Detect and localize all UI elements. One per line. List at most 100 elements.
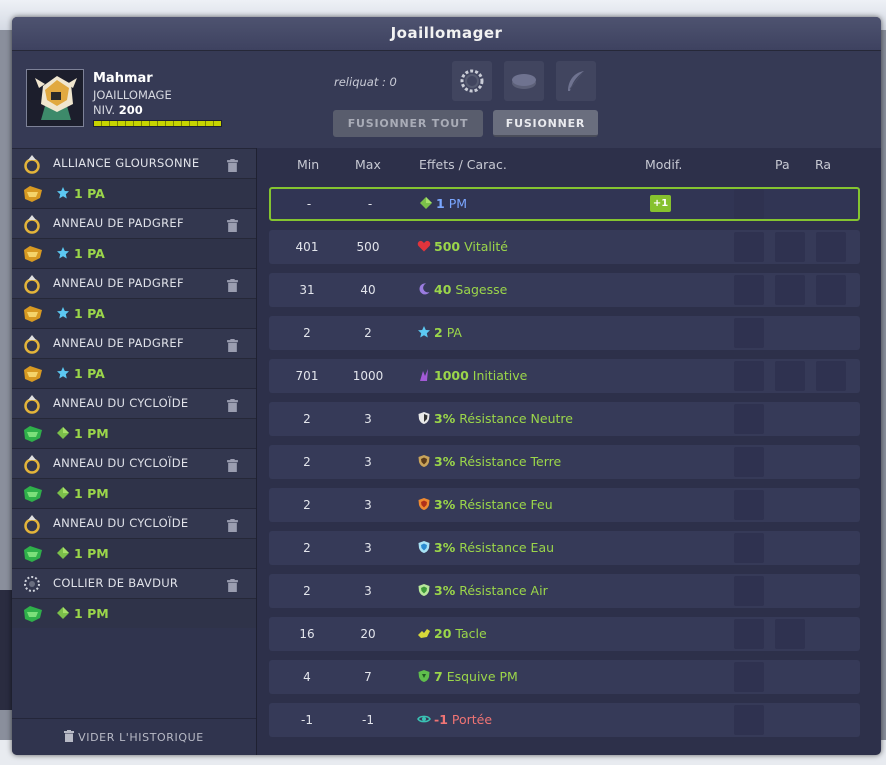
header-max: Max bbox=[355, 157, 381, 172]
history-item-row[interactable]: ANNEAU DU CYCLOÏDE bbox=[12, 388, 256, 418]
stat-name: PA bbox=[446, 325, 462, 340]
stat-row[interactable]: 31 40 40 Sagesse bbox=[269, 273, 860, 307]
rune-drop-slot[interactable] bbox=[734, 447, 764, 477]
stat-effect: 7 Esquive PM bbox=[417, 669, 518, 684]
ring-item-icon bbox=[22, 334, 42, 354]
rune-drop-slot[interactable] bbox=[734, 275, 764, 305]
history-rune-value: 1 bbox=[74, 186, 83, 201]
trash-icon[interactable] bbox=[227, 517, 238, 532]
trash-icon[interactable] bbox=[227, 457, 238, 472]
rune-icon bbox=[22, 484, 44, 504]
history-rune-row: 1 PA bbox=[12, 178, 256, 208]
header-ra: Ra bbox=[815, 157, 832, 172]
stat-row[interactable]: -1 -1 -1 Portée bbox=[269, 703, 860, 737]
trash-icon[interactable] bbox=[227, 277, 238, 292]
stat-row[interactable]: 477 Esquive PM bbox=[269, 660, 860, 694]
item-slot[interactable] bbox=[452, 61, 492, 101]
history-entry: ANNEAU DE PADGREF 1 PA bbox=[12, 208, 256, 268]
stat-min: 2 bbox=[303, 455, 311, 469]
rune-drop-slot[interactable] bbox=[816, 232, 846, 262]
history-item-row[interactable]: ANNEAU DE PADGREF bbox=[12, 208, 256, 238]
stat-effect: 3% Résistance Terre bbox=[417, 454, 561, 469]
rune-drop-slot[interactable] bbox=[775, 619, 805, 649]
rune-drop-slot[interactable] bbox=[734, 533, 764, 563]
history-rune-stat: PM bbox=[87, 606, 109, 621]
rune-drop-slot[interactable] bbox=[734, 404, 764, 434]
stat-row[interactable]: 2 3 3% Résistance Air bbox=[269, 574, 860, 608]
history-entry: ANNEAU DE PADGREF 1 PA bbox=[12, 328, 256, 388]
history-item-row[interactable]: ALLIANCE GLOURSONNE bbox=[12, 148, 256, 178]
stat-row[interactable]: 2 3 3% Résistance Terre bbox=[269, 445, 860, 479]
trash-icon[interactable] bbox=[227, 157, 238, 172]
trash-icon[interactable] bbox=[227, 217, 238, 232]
history-panel: ALLIANCE GLOURSONNE 1 PA ANNEAU DE PADGREF… bbox=[12, 148, 257, 755]
history-rune-effect: 1 PM bbox=[56, 606, 109, 621]
rune-drop-slot[interactable] bbox=[734, 318, 764, 348]
history-rune-row: 1 PA bbox=[12, 358, 256, 388]
rune-drop-slot[interactable] bbox=[734, 576, 764, 606]
rune-drop-slot[interactable] bbox=[816, 361, 846, 391]
stat-min: 2 bbox=[303, 541, 311, 555]
merge-all-button[interactable]: FUSIONNER TOUT bbox=[333, 110, 483, 137]
stat-row[interactable]: 2 3 3% Résistance Feu bbox=[269, 488, 860, 522]
trash-icon[interactable] bbox=[227, 337, 238, 352]
rune-slot[interactable] bbox=[504, 61, 544, 101]
history-item-row[interactable]: ANNEAU DU CYCLOÏDE bbox=[12, 448, 256, 478]
rune-drop-slot[interactable] bbox=[775, 361, 805, 391]
history-item-row[interactable]: COLLIER DE BAVDUR bbox=[12, 568, 256, 598]
player-name: Mahmar bbox=[93, 71, 153, 86]
ring-item-icon bbox=[22, 514, 42, 534]
stat-row[interactable]: 401 500 500 Vitalité bbox=[269, 230, 860, 264]
stat-min: 31 bbox=[299, 283, 315, 297]
history-rune-stat: PM bbox=[87, 546, 109, 561]
trash-icon[interactable] bbox=[227, 577, 238, 592]
stat-max: 500 bbox=[356, 240, 380, 254]
rune-drop-slot[interactable] bbox=[734, 490, 764, 520]
stat-effect: 3% Résistance Air bbox=[417, 583, 548, 598]
rune-drop-slot[interactable] bbox=[775, 275, 805, 305]
rune-drop-slot[interactable] bbox=[775, 232, 805, 262]
stat-max: 20 bbox=[360, 627, 376, 641]
stat-row[interactable]: 2 3 3% Résistance Eau bbox=[269, 531, 860, 565]
trash-icon[interactable] bbox=[227, 397, 238, 412]
stat-row[interactable]: - - 1 PM +1 bbox=[269, 187, 860, 221]
reliquat-label: reliquat : 0 bbox=[334, 75, 397, 89]
history-item-name: ANNEAU DE PADGREF bbox=[53, 216, 184, 230]
eye-icon bbox=[417, 712, 431, 726]
stat-min: 16 bbox=[299, 627, 315, 641]
history-item-row[interactable]: ANNEAU DU CYCLOÏDE bbox=[12, 508, 256, 538]
clear-history-button[interactable]: VIDER L'HISTORIQUE bbox=[12, 718, 256, 755]
stat-row[interactable]: 222 PA bbox=[269, 316, 860, 350]
history-rune-stat: PM bbox=[87, 486, 109, 501]
rune-drop-slot[interactable] bbox=[734, 705, 764, 735]
stat-max: 7 bbox=[364, 670, 372, 684]
rune-drop-slot[interactable] bbox=[734, 232, 764, 262]
history-item-name: ANNEAU DU CYCLOÏDE bbox=[53, 516, 189, 530]
history-entry: COLLIER DE BAVDUR 1 PM bbox=[12, 568, 256, 628]
rune-drop-slot[interactable] bbox=[734, 189, 764, 219]
ring-item-icon bbox=[22, 154, 42, 174]
star-icon bbox=[417, 325, 431, 339]
history-item-row[interactable]: ANNEAU DE PADGREF bbox=[12, 268, 256, 298]
stat-row[interactable]: 701 1000 1000 Initiative bbox=[269, 359, 860, 393]
rune-drop-slot[interactable] bbox=[734, 361, 764, 391]
stat-effect: -1 Portée bbox=[417, 712, 492, 727]
rune-drop-slot[interactable] bbox=[734, 662, 764, 692]
star-icon bbox=[56, 366, 70, 380]
rune-drop-slot[interactable] bbox=[816, 275, 846, 305]
merge-button[interactable]: FUSIONNER bbox=[493, 110, 598, 137]
xp-bar bbox=[93, 120, 222, 127]
avatar bbox=[26, 69, 84, 127]
history-rune-effect: 1 PM bbox=[56, 546, 109, 561]
stat-value: 3% bbox=[434, 497, 456, 512]
stat-max: 3 bbox=[364, 455, 372, 469]
history-rune-value: 1 bbox=[74, 426, 83, 441]
rune-drop-slot[interactable] bbox=[734, 619, 764, 649]
history-item-row[interactable]: ANNEAU DE PADGREF bbox=[12, 328, 256, 358]
stat-row[interactable]: 2 3 3% Résistance Neutre bbox=[269, 402, 860, 436]
history-rune-effect: 1 PM bbox=[56, 426, 109, 441]
history-rune-effect: 1 PA bbox=[56, 306, 105, 321]
stat-min: -1 bbox=[301, 713, 313, 727]
stat-row[interactable]: 16 20 20 Tacle bbox=[269, 617, 860, 651]
potion-slot[interactable] bbox=[556, 61, 596, 101]
